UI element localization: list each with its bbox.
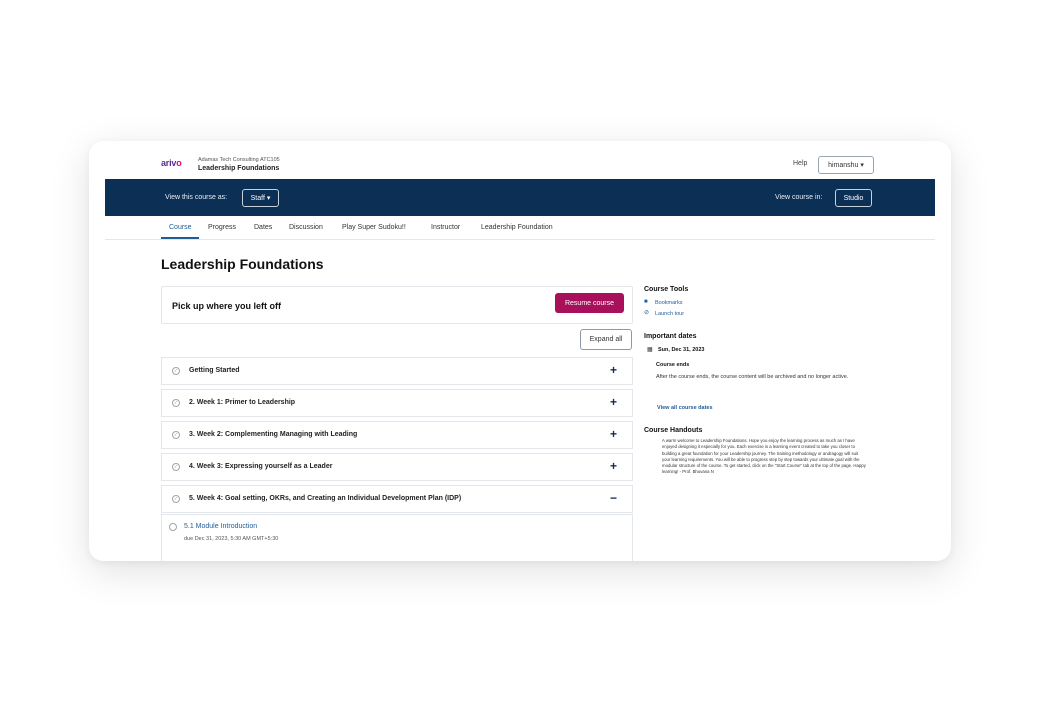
page-title: Leadership Foundations <box>161 256 324 272</box>
tab-dates[interactable]: Dates <box>254 224 272 231</box>
bookmark-icon: ■ <box>644 299 648 305</box>
resume-panel: Pick up where you left off Resume course <box>161 286 633 324</box>
tab-instructor[interactable]: Instructor <box>431 224 460 231</box>
section-row-expanded[interactable]: ✓ 5. Week 4: Goal setting, OKRs, and Cre… <box>161 485 633 513</box>
course-ends-text: After the course ends, the course conten… <box>656 374 849 380</box>
tab-progress[interactable]: Progress <box>208 224 236 231</box>
course-handouts-heading: Course Handouts <box>644 427 703 434</box>
calendar-icon: ▦ <box>647 347 653 353</box>
section-title: 5. Week 4: Goal setting, OKRs, and Creat… <box>189 495 462 502</box>
staff-view-bar: View this course as: Staff ▾ View course… <box>105 179 935 216</box>
launch-tour-link[interactable]: Launch tour <box>655 311 684 317</box>
course-tools-heading: Course Tools <box>644 286 689 293</box>
check-circle-icon: ✓ <box>172 463 180 471</box>
plus-icon[interactable]: + <box>610 364 617 376</box>
minus-icon[interactable]: − <box>610 492 617 504</box>
view-all-dates-link[interactable]: View all course dates <box>657 405 713 411</box>
check-circle-icon: ✓ <box>172 367 180 375</box>
resume-heading: Pick up where you left off <box>172 301 282 311</box>
section-row[interactable]: ✓ 2. Week 1: Primer to Leadership + <box>161 389 633 417</box>
tab-discussion[interactable]: Discussion <box>289 224 323 231</box>
expand-all-button[interactable]: Expand all <box>580 329 632 350</box>
check-circle-icon: ✓ <box>172 399 180 407</box>
header-course-title: Leadership Foundations <box>198 165 280 172</box>
section-title: 4. Week 3: Expressing yourself as a Lead… <box>189 463 333 470</box>
view-as-dropdown[interactable]: Staff ▾ <box>242 189 279 207</box>
tab-course[interactable]: Course <box>169 224 192 231</box>
section-row[interactable]: ✓ 4. Week 3: Expressing yourself as a Le… <box>161 453 633 481</box>
section-row[interactable]: ✓ Getting Started + <box>161 357 633 385</box>
user-menu-button[interactable]: himanshu ▾ <box>818 156 874 174</box>
org-line: Adamas Tech Consulting ATC105 <box>198 157 280 163</box>
plus-icon[interactable]: + <box>610 396 617 408</box>
section-title: 2. Week 1: Primer to Leadership <box>189 399 296 406</box>
section-title: 3. Week 2: Complementing Managing with L… <box>189 431 358 438</box>
plus-icon[interactable]: + <box>610 428 617 440</box>
handouts-text: A warm welcome to Leadership Foundations… <box>662 438 866 475</box>
bookmarks-link[interactable]: Bookmarks <box>655 300 683 306</box>
check-circle-icon <box>169 523 177 531</box>
plus-icon[interactable]: + <box>610 460 617 472</box>
section-title: Getting Started <box>189 367 240 374</box>
subsection-row: 5.1 Module Introduction due Dec 31, 2023… <box>161 514 633 561</box>
check-circle-icon: ✓ <box>172 495 180 503</box>
studio-button[interactable]: Studio <box>835 189 872 207</box>
tab-play-super-sudoku[interactable]: Play Super Sudoku!! <box>342 224 406 231</box>
check-circle-icon: ✓ <box>172 431 180 439</box>
subsection-link[interactable]: 5.1 Module Introduction <box>184 523 257 530</box>
course-ends-label: Course ends <box>656 362 690 368</box>
site-header: arivo Adamas Tech Consulting ATC105 Lead… <box>89 141 951 179</box>
date-label: Sun, Dec 31, 2023 <box>658 347 705 353</box>
view-in-label: View course in: <box>775 194 823 201</box>
resume-course-button[interactable]: Resume course <box>555 293 624 313</box>
subsection-due-date: due Dec 31, 2023, 5:30 AM GMT+5:30 <box>184 536 279 542</box>
arivo-logo[interactable]: arivo <box>161 158 182 168</box>
launch-tour-icon: ⊘ <box>644 310 650 316</box>
tabs-divider <box>105 239 935 240</box>
course-window: arivo Adamas Tech Consulting ATC105 Lead… <box>89 141 951 561</box>
help-link[interactable]: Help <box>793 160 807 167</box>
important-dates-heading: Important dates <box>644 333 697 340</box>
view-as-label: View this course as: <box>165 194 228 201</box>
section-row[interactable]: ✓ 3. Week 2: Complementing Managing with… <box>161 421 633 449</box>
tab-leadership-foundation[interactable]: Leadership Foundation <box>481 224 553 231</box>
